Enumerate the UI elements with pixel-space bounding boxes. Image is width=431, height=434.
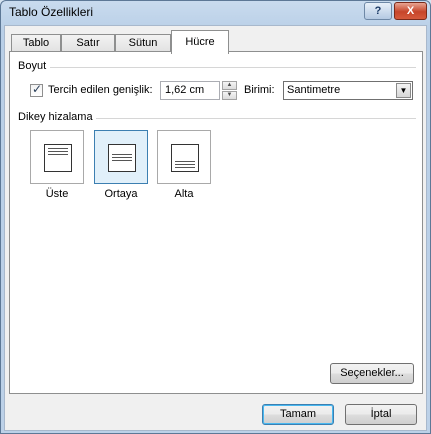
tab-label: Satır [76, 37, 100, 49]
spin-down-button[interactable]: ▼ [222, 91, 237, 100]
align-top-label: Üste [45, 188, 69, 200]
close-button[interactable]: X [394, 2, 427, 20]
boyut-group-label: Boyut [18, 60, 47, 72]
align-middle-button[interactable] [94, 130, 148, 184]
align-top-button[interactable] [30, 130, 84, 184]
vertical-separator [96, 118, 416, 119]
help-icon: ? [374, 5, 382, 17]
preferred-width-label: Tercih edilen genişlik: [48, 84, 153, 96]
options-button[interactable]: Seçenekler... [330, 363, 414, 384]
align-bottom-label: Alta [174, 188, 194, 200]
dialog-window: Tablo Özellikleri ? X Tablo Satır Sütun … [0, 0, 431, 434]
align-bottom-icon [171, 144, 199, 172]
unit-label: Birimi: [244, 84, 275, 96]
chevron-down-icon: ▼ [226, 92, 233, 98]
tab-label: Hücre [185, 36, 215, 48]
spin-up-button[interactable]: ▲ [222, 81, 237, 90]
tab-label: Tablo [22, 37, 50, 49]
chevron-down-icon: ▼ [396, 83, 411, 98]
title-bar: Tablo Özellikleri ? X [1, 1, 430, 25]
ok-button[interactable]: Tamam [262, 404, 334, 425]
dialog-client: Tablo Satır Sütun Hücre Boyut ✓ Tercih e… [4, 25, 427, 431]
boyut-separator [50, 67, 416, 68]
help-button[interactable]: ? [364, 2, 392, 20]
cancel-button[interactable]: İptal [345, 404, 417, 425]
tab-panel-hucre: Boyut ✓ Tercih edilen genişlik: 1,62 cm … [9, 51, 423, 394]
tab-hucre[interactable]: Hücre [171, 30, 229, 54]
width-spinner: ▲ ▼ [222, 81, 237, 100]
cancel-button-label: İptal [370, 408, 392, 420]
window-title: Tablo Özellikleri [9, 5, 94, 19]
align-top-icon [44, 144, 72, 172]
checkmark-icon: ✓ [32, 82, 43, 96]
tab-label: Sütun [128, 37, 158, 49]
width-input[interactable]: 1,62 cm [160, 81, 220, 100]
vertical-alignment-group-label: Dikey hizalama [18, 111, 93, 123]
close-icon: X [406, 5, 415, 17]
unit-select[interactable]: Santimetre ▼ [283, 81, 413, 100]
align-middle-icon [108, 144, 136, 172]
options-button-label: Seçenekler... [340, 367, 404, 379]
align-bottom-button[interactable] [157, 130, 211, 184]
align-middle-label: Ortaya [104, 188, 138, 200]
preferred-width-checkbox[interactable]: ✓ [30, 82, 43, 97]
chevron-up-icon: ▲ [226, 82, 233, 88]
ok-button-label: Tamam [279, 408, 317, 420]
unit-select-value: Santimetre [287, 84, 341, 96]
